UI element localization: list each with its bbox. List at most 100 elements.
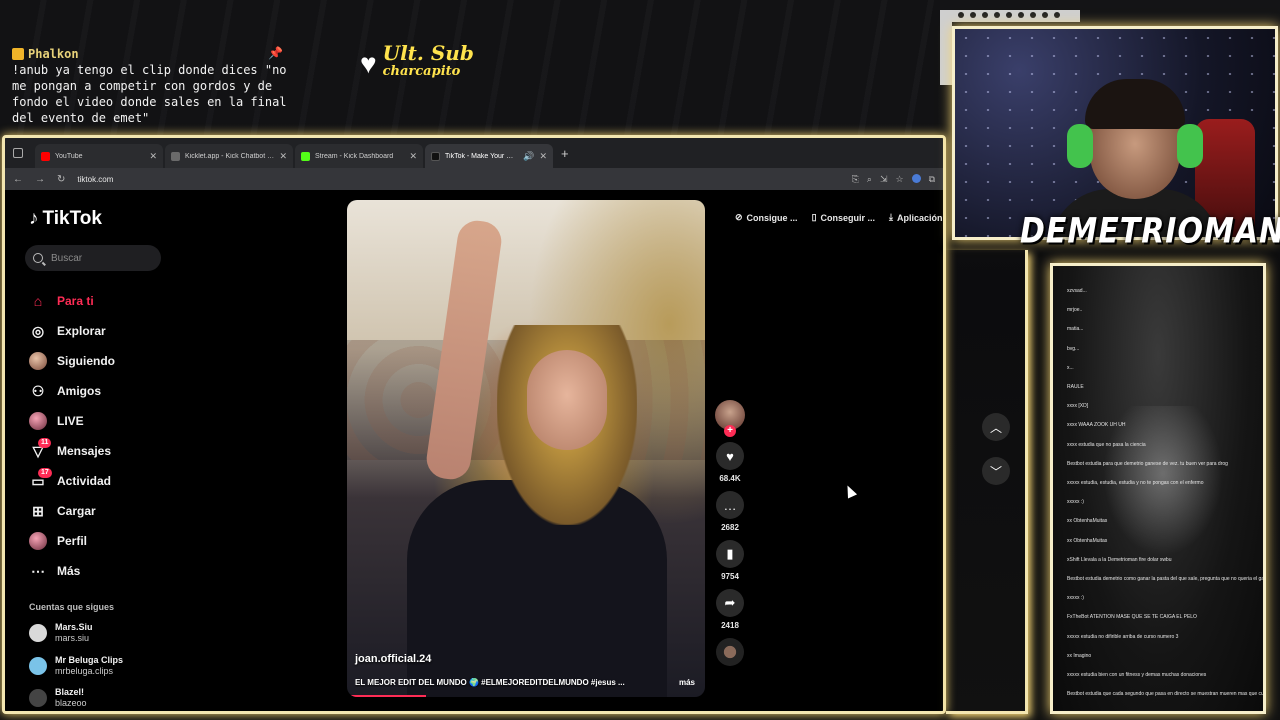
- frame-decoration: [946, 250, 1028, 714]
- chat-line: Bestbot estudia que cada segundo que pas…: [1067, 691, 1266, 698]
- chat-line: mrjoe..: [1067, 307, 1083, 314]
- close-icon[interactable]: ✕: [539, 151, 547, 162]
- comment-action[interactable]: … 2682: [716, 491, 744, 532]
- sidebar-item-explorar[interactable]: ◎ Explorar: [29, 316, 115, 346]
- sidebar-item-cargar[interactable]: ⊞ Cargar: [29, 496, 115, 526]
- zoom-icon[interactable]: ⌕: [867, 174, 872, 185]
- avatar: [29, 689, 47, 707]
- chat-line: xxxx WAAA ZOOK UH UH: [1067, 422, 1126, 429]
- video-more-link[interactable]: más: [679, 678, 695, 687]
- profile-avatar-icon: [29, 532, 47, 550]
- video-actions: + ♥ 68.4K … 2682 ▮ 9754 ➦ 2418: [712, 400, 748, 666]
- translate-icon[interactable]: ⎘: [852, 174, 859, 185]
- coins-button[interactable]: ⊘ Consigue ...: [735, 212, 798, 223]
- following-account[interactable]: Blazel! blazeoo: [29, 687, 87, 709]
- overlay-chat-text: !anub ya tengo el clip donde dices "no m…: [12, 63, 287, 125]
- chat-line: RAULE: [1067, 384, 1084, 390]
- upload-icon: ⊞: [32, 502, 44, 519]
- save-count: 9754: [721, 572, 739, 581]
- back-icon[interactable]: ←: [13, 174, 23, 185]
- creator-avatar[interactable]: +: [715, 400, 745, 437]
- sidebar-item-para-ti[interactable]: ⌂ Para ti: [29, 286, 115, 316]
- extension-icon[interactable]: [911, 173, 921, 183]
- overlay-chat-message: Phalkon !anub ya tengo el clip donde dic…: [12, 46, 302, 126]
- close-icon[interactable]: ✕: [149, 151, 157, 162]
- save-action[interactable]: ▮ 9754: [716, 540, 744, 581]
- heart-icon[interactable]: ♥: [716, 442, 744, 470]
- install-icon[interactable]: ⇲: [880, 174, 888, 185]
- bookmark-icon[interactable]: ▮: [716, 540, 744, 568]
- sidebar-item-perfil[interactable]: Perfil: [29, 526, 115, 556]
- close-icon[interactable]: ✕: [409, 151, 417, 162]
- tab-kick-dashboard[interactable]: Stream - Kick Dashboard ✕: [295, 144, 423, 168]
- tab-kicklet[interactable]: Kicklet.app - Kick Chatbot and ✕: [165, 144, 293, 168]
- following-section-title: Cuentas que sigues: [29, 602, 115, 612]
- star-icon[interactable]: ☆: [895, 174, 903, 185]
- chat-line: xx ObtenhaMuitas: [1067, 518, 1108, 525]
- streamer-name: DEMETRIOMAN: [1020, 211, 1280, 252]
- sidebar-item-siguiendo[interactable]: Siguiendo: [29, 346, 115, 376]
- sidebar-nav: ⌂ Para ti ◎ Explorar Siguiendo ⚇ Amigos: [29, 286, 115, 586]
- overlay-chat-user: Phalkon: [12, 46, 302, 62]
- url-field[interactable]: tiktok.com: [77, 175, 839, 184]
- new-tab-button[interactable]: +: [555, 146, 575, 161]
- chat-line: xxxxx estudia, estudia, estudia y no te …: [1067, 480, 1204, 486]
- search-input[interactable]: Buscar: [25, 245, 161, 271]
- video-description: EL MEJOR EDIT DEL MUNDO 🌍 #ELMEJOREDITDE…: [355, 678, 625, 687]
- chat-line: xxxxx estudia no difirible arriba de cur…: [1067, 633, 1179, 640]
- chat-line: xxxxx :): [1067, 499, 1084, 506]
- puzzle-icon[interactable]: ⧉: [929, 174, 935, 185]
- share-action[interactable]: ➦ 2418: [716, 589, 744, 630]
- sidebar-item-actividad[interactable]: ▭ 17 Actividad: [29, 466, 115, 496]
- address-bar: ← → ↻ tiktok.com ⎘ ⌕ ⇲ ☆ ⧉: [5, 168, 943, 190]
- chat-line: matia...: [1067, 326, 1084, 333]
- last-sub-name: charcapito: [382, 64, 461, 79]
- extension-icons: ⎘ ⌕ ⇲ ☆ ⧉: [852, 173, 935, 185]
- video-username[interactable]: joan.official.24: [355, 653, 431, 665]
- avatar: [29, 624, 47, 642]
- music-disc-icon[interactable]: [716, 638, 744, 666]
- friends-icon: ⚇: [31, 382, 45, 399]
- following-account[interactable]: Mr Beluga Clips mrbeluga.clips: [29, 655, 123, 677]
- chat-line: xxxxx estudia bien con un fitness y dema…: [1067, 672, 1207, 678]
- forward-icon[interactable]: →: [35, 174, 45, 185]
- share-count: 2418: [721, 621, 739, 630]
- last-sub-title: Ult. Sub: [382, 41, 474, 65]
- following-avatar-icon: [29, 352, 47, 370]
- youtube-icon: [41, 151, 50, 161]
- chat-line: xxxx [XD]: [1067, 403, 1089, 410]
- share-icon[interactable]: ➦: [716, 589, 744, 617]
- download-icon: ⤓: [889, 212, 894, 222]
- activity-badge: 17: [38, 468, 52, 478]
- speaker-icon[interactable]: 🔊: [523, 151, 534, 162]
- stream-screen: Phalkon !anub ya tengo el clip donde dic…: [0, 0, 1280, 720]
- like-action[interactable]: ♥ 68.4K: [716, 442, 744, 483]
- close-icon[interactable]: ✕: [279, 151, 287, 162]
- tab-tiktok[interactable]: TikTok - Make Your Day 🔊 ✕: [425, 144, 553, 168]
- comment-icon[interactable]: …: [716, 491, 744, 519]
- tiktok-icon: [431, 151, 440, 161]
- app-button[interactable]: ⤓ Aplicación: [889, 212, 943, 223]
- sidebar-item-live[interactable]: LIVE: [29, 406, 115, 436]
- follow-plus-icon[interactable]: +: [724, 425, 736, 437]
- video-progress-bar[interactable]: [347, 695, 426, 697]
- window-menu-icon[interactable]: [13, 148, 23, 158]
- headset-icon: [1067, 124, 1093, 168]
- pin-icon: 📌: [268, 46, 283, 60]
- chat-line: x...: [1067, 364, 1074, 371]
- tab-youtube[interactable]: YouTube ✕: [35, 144, 163, 168]
- following-account[interactable]: Mars.Siu mars.siu: [29, 622, 93, 644]
- kicklet-icon: [171, 151, 180, 161]
- live-avatar-icon: [29, 412, 47, 430]
- get-app-button[interactable]: ▯ Conseguir ...: [812, 212, 875, 223]
- sidebar-item-amigos[interactable]: ⚇ Amigos: [29, 376, 115, 406]
- chat-line: bvg...: [1067, 345, 1080, 352]
- sidebar-item-mensajes[interactable]: ▽ 11 Mensajes: [29, 436, 115, 466]
- last-sub-widget: ♥ Ult. Sub charcapito: [360, 42, 474, 79]
- tiktok-logo[interactable]: ♪ TikTok: [29, 208, 102, 230]
- video-player[interactable]: joan.official.24 EL MEJOR EDIT DEL MUNDO…: [347, 200, 705, 697]
- sidebar-item-mas[interactable]: ⋯ Más: [29, 556, 115, 586]
- reload-icon[interactable]: ↻: [57, 174, 65, 185]
- webcam-feed: [952, 26, 1278, 240]
- top-actions: ⊘ Consigue ... ▯ Conseguir ... ⤓ Aplicación: [735, 212, 943, 223]
